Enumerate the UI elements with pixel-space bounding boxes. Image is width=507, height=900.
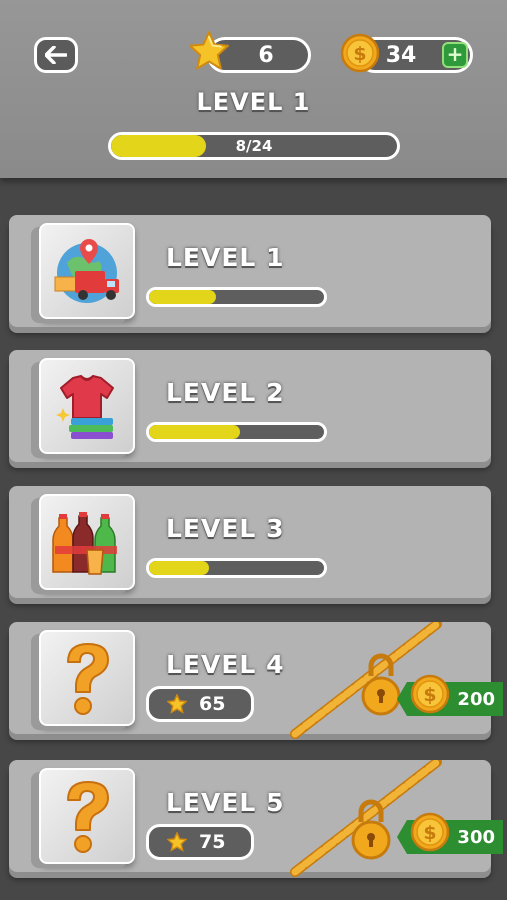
overall-progress-bar: 8/24	[108, 132, 400, 160]
coin-count: 34	[385, 42, 417, 68]
level-5-price: 300	[457, 826, 495, 848]
star-icon	[167, 832, 187, 852]
delivery-truck-globe-icon	[54, 239, 119, 303]
level-5-star-requirement: 75	[146, 824, 254, 860]
level-5-title: LEVEL 5	[166, 788, 285, 817]
level-1-title: LEVEL 1	[166, 243, 285, 272]
star-count: 6	[258, 42, 274, 68]
clothes-tshirt-icon	[56, 375, 114, 439]
level-2-progress-fill	[149, 425, 240, 439]
level-4-price: 200	[457, 688, 495, 710]
star-icon	[189, 31, 229, 70]
level-card-3[interactable]: LEVEL 3	[9, 486, 491, 598]
level-3-progress-fill	[149, 561, 209, 575]
level-1-progress-fill	[149, 290, 216, 304]
level-card-2[interactable]: LEVEL 2	[9, 350, 491, 462]
level-2-thumbnail	[39, 358, 135, 454]
level-card-4[interactable]: LEVEL 4 65 200 $	[9, 622, 503, 739]
question-mark-icon	[67, 781, 109, 853]
coin-icon: $	[340, 33, 380, 73]
page-title: LEVEL 1	[196, 88, 311, 116]
level-5-thumbnail	[39, 768, 135, 864]
back-button[interactable]	[34, 37, 78, 73]
coin-icon: $	[410, 674, 450, 714]
svg-text:$: $	[353, 43, 366, 65]
level-3-title: LEVEL 3	[166, 514, 285, 543]
add-coins-button[interactable]: +	[442, 42, 468, 68]
question-mark-icon	[67, 643, 109, 715]
coin-icon: $	[410, 812, 450, 852]
star-icon	[167, 694, 187, 714]
soda-bottles-icon	[52, 512, 117, 575]
level-5-stars-required: 75	[199, 831, 226, 853]
level-1-progress-bar	[146, 287, 327, 307]
level-4-star-requirement: 65	[146, 686, 254, 722]
level-4-stars-required: 65	[199, 693, 226, 715]
back-arrow-icon	[45, 46, 67, 64]
svg-text:$: $	[423, 684, 436, 706]
level-3-thumbnail	[39, 494, 135, 590]
level-4-thumbnail	[39, 630, 135, 726]
level-card-1[interactable]: LEVEL 1	[9, 215, 491, 327]
level-3-progress-bar	[146, 558, 327, 578]
svg-text:$: $	[423, 822, 436, 844]
level-1-thumbnail	[39, 223, 135, 319]
level-2-progress-bar	[146, 422, 327, 442]
level-4-title: LEVEL 4	[166, 650, 285, 679]
top-bar: 6 34 $ + LEVEL 1 8/24	[0, 0, 507, 178]
level-card-5[interactable]: LEVEL 5 75 300 $	[9, 760, 503, 877]
level-2-title: LEVEL 2	[166, 378, 285, 407]
overall-progress-text: 8/24	[235, 137, 273, 155]
